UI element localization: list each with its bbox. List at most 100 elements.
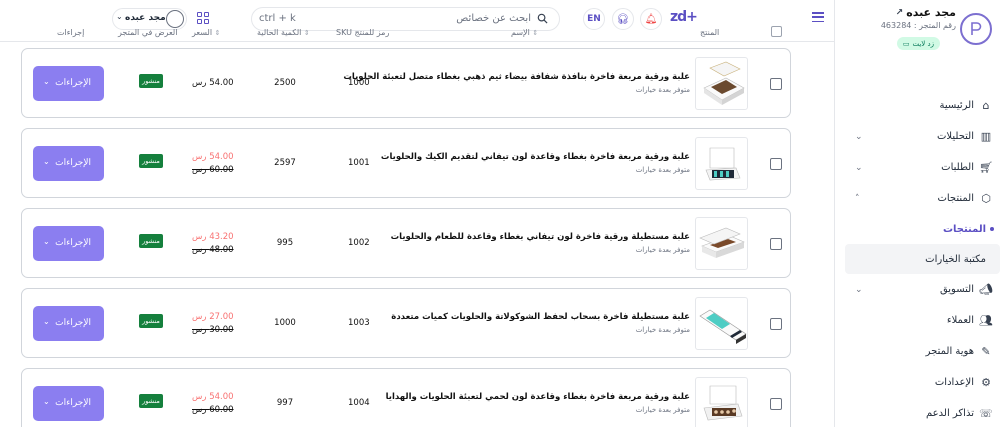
product-image[interactable] (695, 217, 748, 270)
store-logo-icon (971, 22, 982, 35)
sidebar-subitem-options-library[interactable]: مكتبة الخيارات (845, 244, 1000, 274)
sidebar-item-orders[interactable]: 🛒︎ الطلبات ⌄ (835, 152, 1000, 183)
sidebar-item-label: المنتجات (937, 193, 974, 204)
product-old-price: 30.00 رس (192, 325, 234, 335)
tiffany-box-image (705, 147, 741, 181)
sidebar-item-products[interactable]: ⬡ المنتجات ˄ (835, 183, 1000, 214)
search-icon (537, 13, 548, 24)
actions-button-label: الإجراءات (55, 237, 91, 247)
product-sku: 1003 (348, 318, 370, 328)
product-qty: 997 (276, 398, 294, 408)
product-name[interactable]: علبة ورقية مربعة فاخرة بغطاء وقاعدة لون … (381, 152, 690, 162)
sidebar-subitem-products[interactable]: المنتجات (835, 214, 1000, 244)
product-sku: 1000 (348, 78, 370, 88)
product-sku: 1002 (348, 238, 370, 248)
zid-logo[interactable]: zd+ (670, 9, 698, 25)
table-row[interactable]: علبة مستطيلة فاخرة بسحاب لحفظ الشوكولاتة… (21, 288, 791, 358)
product-image[interactable] (695, 377, 748, 427)
sidebar-item-store-identity[interactable]: ✎ هوية المتجر (835, 336, 1000, 367)
product-sale-price: 43.20 رس (192, 232, 234, 242)
product-old-price: 48.00 رس (192, 245, 234, 255)
status-badge: منشور (139, 74, 163, 88)
column-header-qty[interactable]: ⇕ الكمية الحالية (257, 28, 310, 37)
search-placeholder: ابحث عن خصائص (456, 13, 531, 24)
product-qty: 1000 (274, 318, 296, 328)
product-sku: 1004 (348, 398, 370, 408)
product-image[interactable] (695, 137, 748, 190)
support-icon: ☏ (979, 407, 993, 420)
external-link-icon[interactable]: ↗ (896, 8, 904, 18)
product-price: 54.00 رس (192, 78, 234, 88)
chevron-down-icon: ⌄ (855, 284, 863, 295)
chevron-down-icon: ⌄ (116, 12, 123, 21)
plan-badge[interactable]: زد لايت ▭ (896, 37, 940, 50)
sidebar-item-customers[interactable]: 👥︎ العملاء (835, 305, 1000, 336)
select-all-checkbox[interactable] (771, 26, 782, 37)
status-badge: منشور (139, 314, 163, 328)
product-variants: متوفر بعدة خيارات (635, 326, 690, 334)
actions-button-label: الإجراءات (55, 317, 91, 327)
apps-grid-icon[interactable] (197, 12, 209, 24)
column-header-sku: رمز للمنتج SKU (336, 28, 390, 37)
row-checkbox[interactable] (770, 318, 782, 330)
product-image[interactable] (695, 57, 748, 110)
product-old-price: 60.00 رس (192, 405, 234, 415)
actions-button[interactable]: الإجراءات ⌄ (33, 146, 104, 181)
product-qty: 2500 (274, 78, 296, 88)
store-name: مجد عبده (906, 6, 956, 19)
product-image[interactable] (695, 297, 748, 350)
product-variants: متوفر بعدة خيارات (635, 406, 690, 414)
column-header-price[interactable]: ⇕ السعر (192, 28, 221, 37)
sidebar-item-settings[interactable]: ⚙ الإعدادات (835, 367, 1000, 398)
sidebar-item-label: الإعدادات (934, 377, 974, 388)
gear-icon: ⚙ (981, 376, 991, 389)
row-checkbox[interactable] (770, 398, 782, 410)
search-shortcut: ctrl + k (259, 13, 296, 24)
product-name[interactable]: علبة ورقية مربعة فاخرة بغطاء وقاعدة لون … (386, 392, 690, 402)
table-row[interactable]: علبة ورقية مربعة فاخرة بغطاء وقاعدة لون … (21, 368, 791, 427)
row-checkbox[interactable] (770, 78, 782, 90)
row-checkbox[interactable] (770, 158, 782, 170)
chart-icon: ▥ (980, 130, 992, 143)
sidebar-item-label: التسويق (939, 284, 974, 295)
product-sku: 1001 (348, 158, 370, 168)
nude-box-image (703, 385, 743, 421)
status-badge: منشور (139, 154, 163, 168)
sidebar-item-label: الطلبات (941, 162, 974, 173)
product-name[interactable]: علبة ورقية مربعة فاخرة بنافذة شفافة بيضا… (343, 72, 690, 82)
sidebar-item-home[interactable]: ⌂ الرئيسية (835, 90, 1000, 121)
table-row[interactable]: علبة مستطيلة ورقية فاخرة لون تيفاني بغطا… (21, 208, 791, 278)
sidebar-item-label: العملاء (946, 315, 974, 326)
users-icon: 👥︎ (979, 314, 993, 327)
menu-icon[interactable] (812, 12, 824, 22)
store-logo[interactable] (960, 13, 992, 45)
column-header-actions: إجراءات (57, 28, 85, 37)
sidebar-item-analytics[interactable]: ▥ التحليلات ⌄ (835, 121, 1000, 152)
actions-button[interactable]: الإجراءات ⌄ (33, 386, 104, 421)
language-label: EN (587, 14, 601, 24)
store-name-row[interactable]: مجد عبده ↗ (896, 6, 956, 19)
sidebar-subitem-label: المنتجات (942, 223, 986, 235)
actions-button[interactable]: الإجراءات ⌄ (33, 226, 104, 261)
sidebar-item-marketing[interactable]: 📣︎ التسويق ⌄ (835, 274, 1000, 305)
store-header: مجد عبده ↗ رقم المتجر : 463284 زد لايت ▭ (835, 0, 1000, 80)
actions-button[interactable]: الإجراءات ⌄ (33, 306, 104, 341)
ticket-icon: ▭ (902, 39, 910, 48)
column-header-name[interactable]: ⇕ الإسم (511, 28, 538, 37)
product-name[interactable]: علبة مستطيلة ورقية فاخرة لون تيفاني بغطا… (391, 232, 690, 242)
chevron-down-icon: ⌄ (43, 397, 50, 406)
sidebar-item-support[interactable]: ☏ تذاكر الدعم (835, 398, 1000, 427)
status-badge: منشور (139, 394, 163, 408)
product-sale-price: 27.00 رس (192, 312, 234, 322)
table-row[interactable]: علبة ورقية مربعة فاخرة بغطاء وقاعدة لون … (21, 128, 791, 198)
row-checkbox[interactable] (770, 238, 782, 250)
sidebar-item-label: تذاكر الدعم (926, 408, 974, 419)
product-name[interactable]: علبة مستطيلة فاخرة بسحاب لحفظ الشوكولاتة… (391, 312, 690, 322)
product-variants: متوفر بعدة خيارات (635, 246, 690, 254)
table-row[interactable]: علبة ورقية مربعة فاخرة بنافذة شفافة بيضا… (21, 48, 791, 118)
rectangle-box-image (699, 227, 745, 258)
active-dot (990, 227, 994, 231)
actions-button[interactable]: الإجراءات ⌄ (33, 66, 104, 101)
chevron-down-icon: ⌄ (43, 77, 50, 86)
chevron-down-icon: ⌄ (43, 317, 50, 326)
